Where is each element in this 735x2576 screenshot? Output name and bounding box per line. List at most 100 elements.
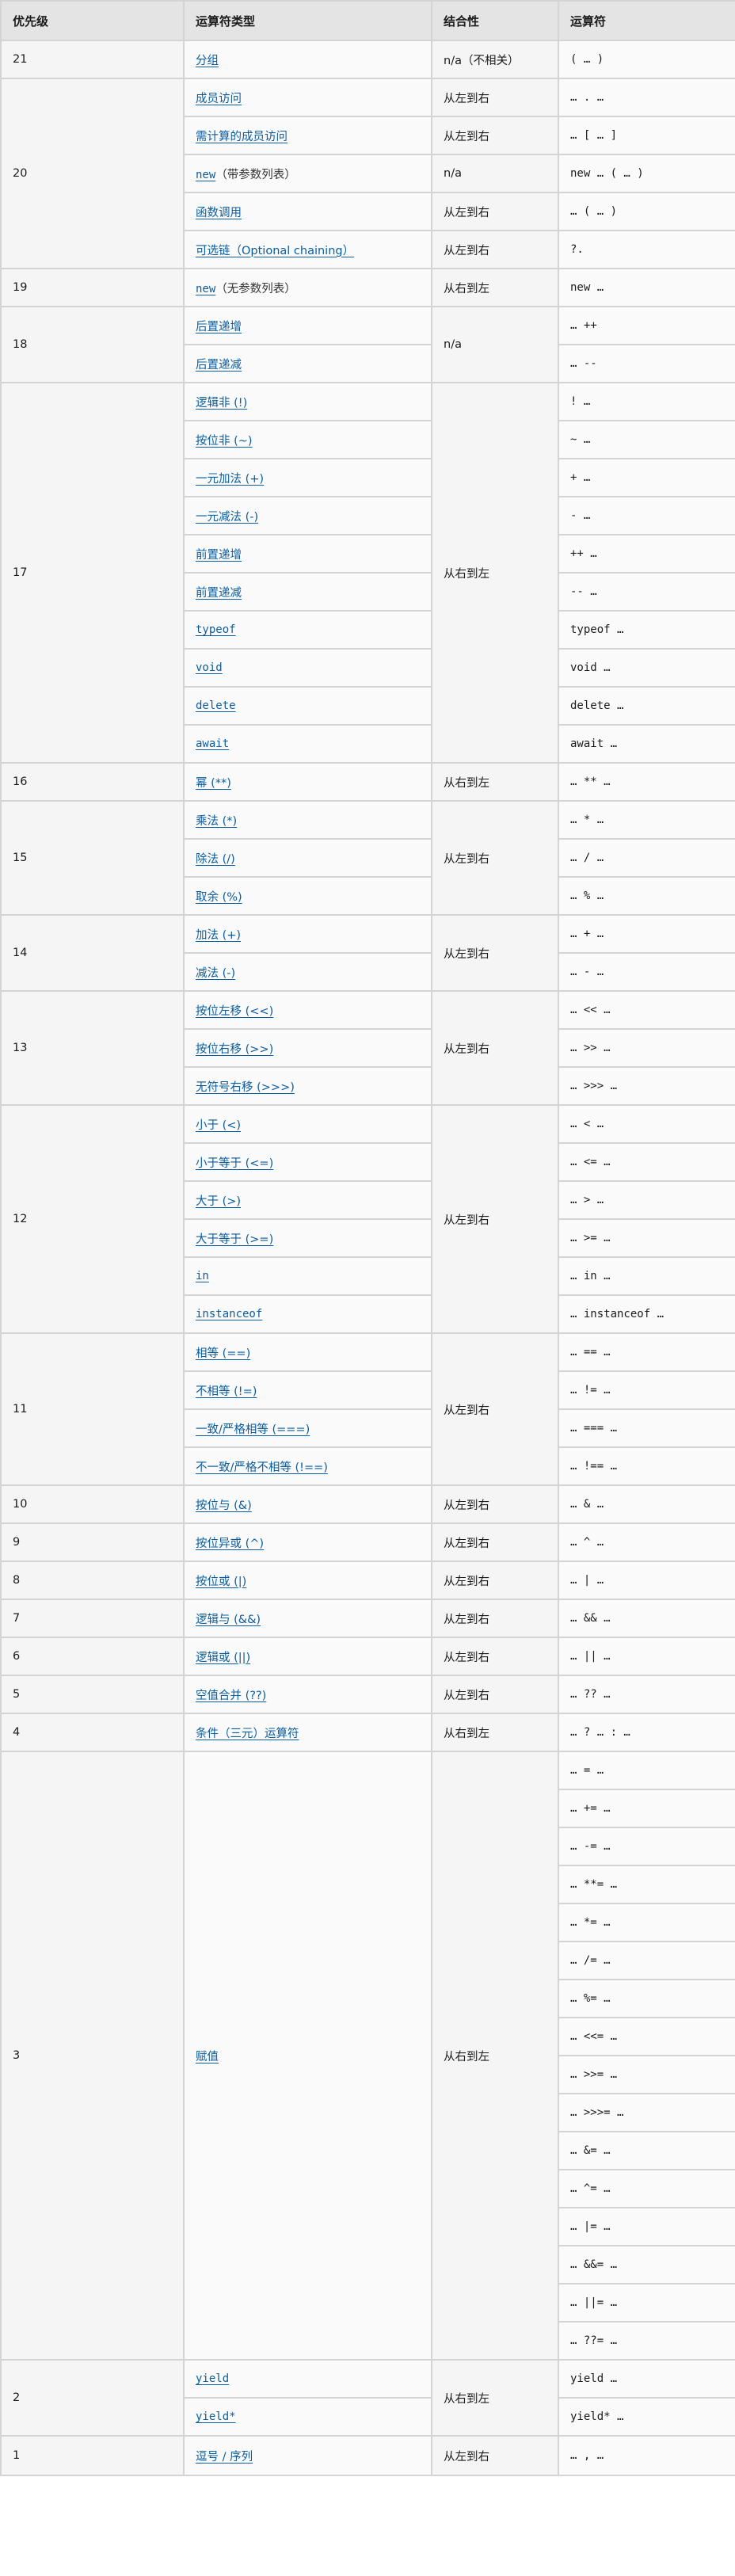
precedence-cell: 2 bbox=[0, 2359, 185, 2437]
associativity-cell: 从右到左 bbox=[431, 1713, 559, 1752]
operator-type-cell: 函数调用 bbox=[183, 192, 432, 231]
operator-syntax-cell: … >> … bbox=[558, 1028, 735, 1068]
operator-type-link[interactable]: void bbox=[196, 661, 223, 674]
operator-type-cell: 按位右移 (>>) bbox=[183, 1028, 432, 1068]
operator-type-link[interactable]: 条件（三元）运算符 bbox=[196, 1728, 299, 1740]
operator-type-link[interactable]: 大于等于 (>=) bbox=[196, 1233, 273, 1246]
operator-keyword: instanceof bbox=[196, 1308, 263, 1320]
precedence-cell: 20 bbox=[0, 78, 185, 269]
operator-syntax-cell: … instanceof … bbox=[558, 1294, 735, 1334]
operator-type-link[interactable]: 不相等 (!=) bbox=[196, 1385, 257, 1398]
operator-type-link[interactable]: typeof bbox=[196, 623, 236, 636]
operator-type-link[interactable]: 按位左移 (<<) bbox=[196, 1005, 273, 1018]
operator-type-link[interactable]: 逻辑非 (!) bbox=[196, 397, 247, 410]
header-row: 优先级 运算符类型 结合性 运算符 bbox=[0, 0, 735, 41]
operator-type-link[interactable]: 按位右移 (>>) bbox=[196, 1043, 273, 1056]
operator-keyword: new bbox=[196, 282, 216, 295]
operator-type-link[interactable]: 按位异或 (^) bbox=[196, 1538, 264, 1550]
operator-syntax-cell: … | … bbox=[558, 1560, 735, 1600]
operator-type-link[interactable]: new bbox=[196, 283, 215, 295]
operator-type-link[interactable]: 需计算的成员访问 bbox=[196, 131, 288, 143]
header-associativity: 结合性 bbox=[431, 0, 559, 41]
operator-type-link[interactable]: 分组 bbox=[196, 55, 219, 67]
table-row: 5 空值合并 (??) 从左到右… ?? … bbox=[0, 1675, 735, 1714]
operator-type-link[interactable]: 一元减法 (-) bbox=[196, 511, 258, 524]
operator-syntax-cell: … ^ … bbox=[558, 1522, 735, 1562]
operator-type-cell: new（带参数列表） bbox=[183, 154, 432, 193]
operator-type-link[interactable]: in bbox=[196, 1270, 209, 1282]
operator-type-cell: await bbox=[183, 724, 432, 764]
operator-type-cell: 赋值 bbox=[183, 1751, 432, 2361]
operator-type-cell: 取余 (%) bbox=[183, 876, 432, 916]
operator-type-cell: 逻辑与 (&&) bbox=[183, 1599, 432, 1638]
operator-type-cell: typeof bbox=[183, 610, 432, 650]
associativity-cell: 从左到右 bbox=[431, 2435, 559, 2476]
operator-type-link[interactable]: yield* bbox=[196, 2410, 236, 2423]
operator-type-link[interactable]: 小于 (<) bbox=[196, 1119, 241, 1132]
operator-type-link[interactable]: delete bbox=[196, 699, 236, 712]
operator-syntax-cell: yield … bbox=[558, 2359, 735, 2399]
table-row: 18 后置递增 n/a… ++ bbox=[0, 306, 735, 383]
operator-type-link[interactable]: instanceof bbox=[196, 1308, 262, 1320]
operator-type-link[interactable]: 不一致/严格不相等 (!==) bbox=[196, 1461, 328, 1474]
precedence-cell: 18 bbox=[0, 306, 185, 383]
operator-type-link[interactable]: 后置递增 bbox=[196, 321, 242, 333]
operator-type-link[interactable]: 一元加法 (+) bbox=[196, 473, 264, 486]
operator-type-link[interactable]: 大于 (>) bbox=[196, 1195, 241, 1208]
operator-type-link[interactable]: 赋值 bbox=[196, 2051, 219, 2063]
operator-type-link[interactable]: 后置递减 bbox=[196, 359, 242, 372]
operator-type-link[interactable]: 可选链（Optional chaining） bbox=[196, 245, 354, 257]
operator-type-link[interactable]: 幂 (**) bbox=[196, 777, 231, 790]
precedence-cell: 4 bbox=[0, 1713, 185, 1752]
operator-type-cell: 空值合并 (??) bbox=[183, 1675, 432, 1714]
operator-type-cell: yield* bbox=[183, 2397, 432, 2437]
operator-keyword: void bbox=[196, 661, 223, 674]
associativity-cell: n/a bbox=[431, 154, 559, 193]
operator-type-link[interactable]: 前置递减 bbox=[196, 587, 242, 600]
operator-type-link[interactable]: 乘法 (*) bbox=[196, 815, 237, 828]
operator-type-link[interactable]: 按位或 (|) bbox=[196, 1576, 246, 1588]
operator-type-link[interactable]: 函数调用 bbox=[196, 207, 242, 219]
associativity-cell: 从左到右 bbox=[431, 1522, 559, 1562]
table-row: 13 按位左移 (<<) 从左到右… << … bbox=[0, 990, 735, 1106]
operator-type-link[interactable]: 前置递增 bbox=[196, 549, 242, 562]
table-row: 9 按位异或 (^) 从左到右… ^ … bbox=[0, 1522, 735, 1562]
table-row: 17 逻辑非 (!) 从右到左! … bbox=[0, 382, 735, 764]
operator-type-cell: 按位异或 (^) bbox=[183, 1522, 432, 1562]
table-row: 3 赋值 从右到左… = … bbox=[0, 1751, 735, 2361]
operator-syntax-cell: … ** … bbox=[558, 762, 735, 802]
header-operator: 运算符 bbox=[558, 0, 735, 41]
operator-type-link[interactable]: yield bbox=[196, 2372, 229, 2385]
operator-syntax-cell: await … bbox=[558, 724, 735, 764]
operator-type-link[interactable]: 除法 (/) bbox=[196, 853, 235, 866]
operator-type-link[interactable]: new bbox=[196, 169, 215, 181]
operator-type-link[interactable]: 按位非 (~) bbox=[196, 435, 253, 448]
operator-type-link[interactable]: 按位与 (&) bbox=[196, 1499, 252, 1512]
operator-type-cell: void bbox=[183, 648, 432, 688]
operator-type-link[interactable]: 成员访问 bbox=[196, 93, 242, 105]
operator-type-link[interactable]: 小于等于 (<=) bbox=[196, 1157, 273, 1170]
associativity-cell: n/a bbox=[431, 306, 559, 383]
operator-type-link[interactable]: 减法 (-) bbox=[196, 967, 235, 980]
operator-type-link[interactable]: 一致/严格相等 (===) bbox=[196, 1423, 310, 1436]
precedence-cell: 3 bbox=[0, 1751, 185, 2361]
operator-syntax-cell: … ^= … bbox=[558, 2169, 735, 2208]
associativity-cell: 从左到右 bbox=[431, 990, 559, 1106]
operator-type-cell: 按位与 (&) bbox=[183, 1484, 432, 1524]
operator-type-link[interactable]: 取余 (%) bbox=[196, 891, 242, 904]
operator-type-link[interactable]: await bbox=[196, 737, 229, 750]
operator-type-link[interactable]: 逻辑与 (&&) bbox=[196, 1614, 261, 1626]
precedence-cell: 21 bbox=[0, 40, 185, 79]
operator-type-link[interactable]: 加法 (+) bbox=[196, 929, 241, 942]
operator-syntax-cell: … >>> … bbox=[558, 1066, 735, 1106]
operator-type-link[interactable]: 无符号右移 (>>>) bbox=[196, 1081, 295, 1094]
operator-type-link[interactable]: 逗号 / 序列 bbox=[196, 2451, 253, 2464]
operator-type-link[interactable]: 空值合并 (??) bbox=[196, 1690, 266, 1702]
operator-syntax-cell: … %= … bbox=[558, 1979, 735, 2018]
operator-type-link[interactable]: 逻辑或 (||) bbox=[196, 1652, 250, 1664]
operator-type-cell: 逗号 / 序列 bbox=[183, 2435, 432, 2476]
operator-syntax-cell: ~ … bbox=[558, 420, 735, 459]
operator-syntax-cell: … / … bbox=[558, 838, 735, 878]
operator-type-link[interactable]: 相等 (==) bbox=[196, 1347, 250, 1360]
operator-syntax-cell: … ++ bbox=[558, 306, 735, 345]
